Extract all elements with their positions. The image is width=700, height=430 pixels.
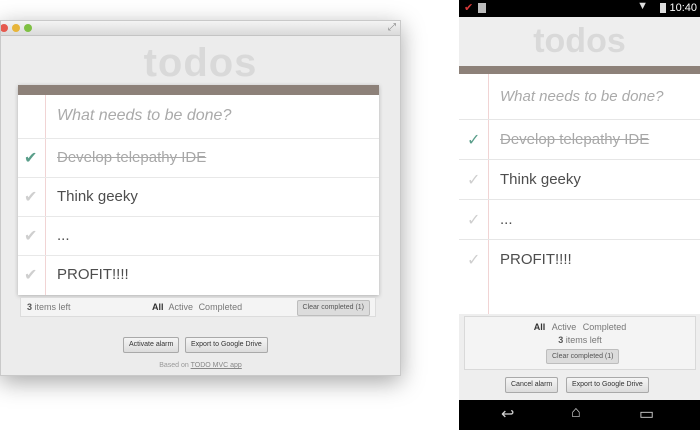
filter-all[interactable]: All (152, 302, 164, 312)
card-header-band (18, 85, 379, 95)
filter-group: All Active Completed (152, 302, 245, 312)
check-icon[interactable]: ✓ (467, 210, 480, 230)
todo-label: PROFIT!!!! (500, 251, 572, 268)
new-todo-input[interactable]: What needs to be done? (500, 88, 663, 105)
notification-icon (478, 3, 486, 13)
todo-card: What needs to be done? ✔ Develop telepat… (18, 85, 379, 295)
fullscreen-icon[interactable]: ⤢ (388, 22, 396, 33)
back-icon[interactable]: ↩ (501, 404, 514, 424)
filter-active[interactable]: Active (552, 322, 577, 332)
navigation-bar: ↩ ⌂ ▭ (459, 400, 700, 430)
home-icon[interactable]: ⌂ (571, 404, 581, 422)
todo-label: Develop telepathy IDE (57, 149, 207, 166)
filter-active[interactable]: Active (169, 302, 194, 312)
todo-item[interactable]: ✓ Think geeky (459, 159, 700, 200)
check-icon[interactable]: ✓ (467, 170, 480, 190)
check-icon[interactable]: ✔ (24, 148, 37, 168)
todo-item[interactable]: ✓ ... (459, 199, 700, 240)
phone-screen: ✔ ▼ 10:40 todos What needs to be done? ✓… (459, 0, 700, 430)
check-icon[interactable]: ✓ (467, 250, 480, 270)
todo-mvc-link[interactable]: TODO MVC app (191, 362, 242, 369)
notification-check-icon: ✔ (464, 2, 474, 14)
items-left-label: items left (563, 335, 602, 345)
desktop-window: ⤢ todos What needs to be done? ✔ Develop… (0, 20, 401, 376)
activate-alarm-button[interactable]: Activate alarm (123, 337, 180, 353)
todo-item[interactable]: ✔ Think geeky (18, 177, 379, 216)
window-titlebar: ⤢ (1, 21, 400, 36)
close-window-button[interactable] (1, 24, 8, 32)
todo-footer: 3 items left All Active Completed Clear … (20, 297, 376, 317)
filter-completed[interactable]: Completed (583, 322, 627, 332)
todo-label: PROFIT!!!! (57, 266, 129, 283)
todo-label: ... (500, 211, 513, 228)
minimize-window-button[interactable] (12, 24, 20, 32)
cancel-alarm-button[interactable]: Cancel alarm (505, 377, 559, 393)
todo-item[interactable]: ✔ Develop telepathy IDE (18, 138, 379, 177)
new-todo-input[interactable]: What needs to be done? (57, 107, 231, 125)
todo-footer: All Active Completed 3 items left Clear … (464, 316, 696, 370)
todo-item[interactable]: ✓ Develop telepathy IDE (459, 119, 700, 160)
attribution-prefix: Based on (159, 362, 191, 369)
check-icon[interactable]: ✓ (467, 130, 480, 150)
todo-label: Think geeky (57, 188, 138, 205)
clear-completed-button[interactable]: Clear completed (1) (546, 349, 620, 364)
clear-completed-button[interactable]: Clear completed (1) (296, 300, 370, 316)
export-google-drive-button[interactable]: Export to Google Drive (185, 337, 268, 353)
todo-list: What needs to be done? ✓ Develop telepat… (459, 74, 700, 314)
battery-icon (660, 3, 666, 13)
status-time: 10:40 (669, 2, 697, 14)
app-title: todos (143, 41, 258, 85)
wifi-icon: ▼ (637, 0, 648, 12)
todo-label: Develop telepathy IDE (500, 131, 650, 148)
card-header-band (459, 66, 700, 74)
status-bar: ✔ ▼ 10:40 (459, 0, 700, 17)
items-left: 3 items left (27, 302, 71, 312)
todo-label: ... (57, 227, 70, 244)
recent-apps-icon[interactable]: ▭ (639, 404, 654, 424)
check-icon[interactable]: ✔ (24, 187, 37, 207)
items-left: 3 items left (465, 335, 695, 345)
check-icon[interactable]: ✔ (24, 226, 37, 246)
todo-item[interactable]: ✓ PROFIT!!!! (459, 239, 700, 280)
filter-group: All Active Completed (465, 322, 695, 332)
todo-item[interactable]: ✔ PROFIT!!!! (18, 255, 379, 294)
filter-completed[interactable]: Completed (199, 302, 243, 312)
todo-item[interactable]: ✔ ... (18, 216, 379, 255)
filter-all[interactable]: All (534, 322, 546, 332)
todo-label: Think geeky (500, 171, 581, 188)
export-google-drive-button[interactable]: Export to Google Drive (566, 377, 649, 393)
items-left-label: items left (32, 302, 71, 312)
app-title: todos (533, 22, 626, 60)
attribution: Based on TODO MVC app (1, 362, 400, 369)
zoom-window-button[interactable] (24, 24, 32, 32)
check-icon[interactable]: ✔ (24, 265, 37, 285)
